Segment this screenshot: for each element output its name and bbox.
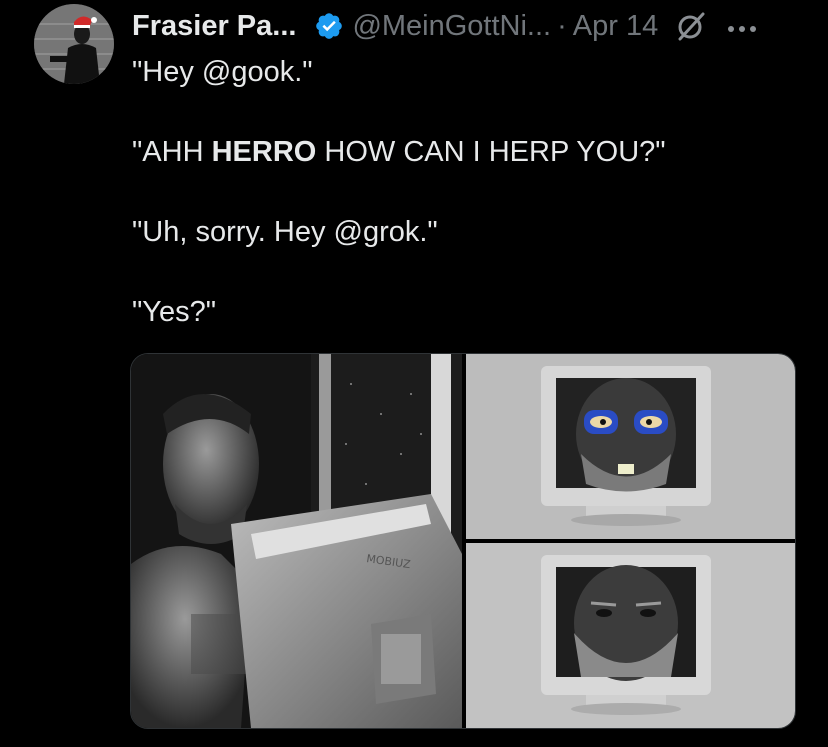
media-image-gigachad[interactable]: MOBIUZ [131,354,462,728]
more-icon[interactable] [726,21,758,32]
tweet[interactable]: Frasier Pa... @MeinGottNi... · Apr 14 "H… [0,0,828,747]
tweet-line: "Hey @gook." [132,56,313,88]
tweet-line-text: "AHH [132,136,212,168]
tweet-date[interactable]: Apr 14 [573,10,658,43]
tweet-bold-text: HERRO [211,136,317,168]
tweet-text: "Hey @gook." "AHH HERRO HOW CAN I HERP Y… [132,52,792,332]
tweet-line: "Yes?" [132,296,217,328]
tweet-header: Frasier Pa... @MeinGottNi... · Apr 14 [132,6,758,46]
header-separator: · [557,9,567,42]
media-grid[interactable]: MOBIUZ [130,353,796,729]
tweet-line: "AHH HERRO HOW CAN I HERP YOU?" [132,132,792,172]
media-image-monitor-glasses[interactable] [466,354,795,539]
media-image-monitor-old-man[interactable] [466,543,795,728]
tweet-line: "Uh, sorry. Hey @grok." [132,216,438,248]
tweet-line-text: HOW CAN I HERP YOU?" [316,136,666,168]
avatar[interactable] [34,4,114,84]
grok-icon[interactable] [676,11,706,41]
verified-badge-icon[interactable] [314,11,344,41]
user-handle[interactable]: @MeinGottNi... [352,10,551,43]
display-name[interactable]: Frasier Pa... [132,10,296,43]
